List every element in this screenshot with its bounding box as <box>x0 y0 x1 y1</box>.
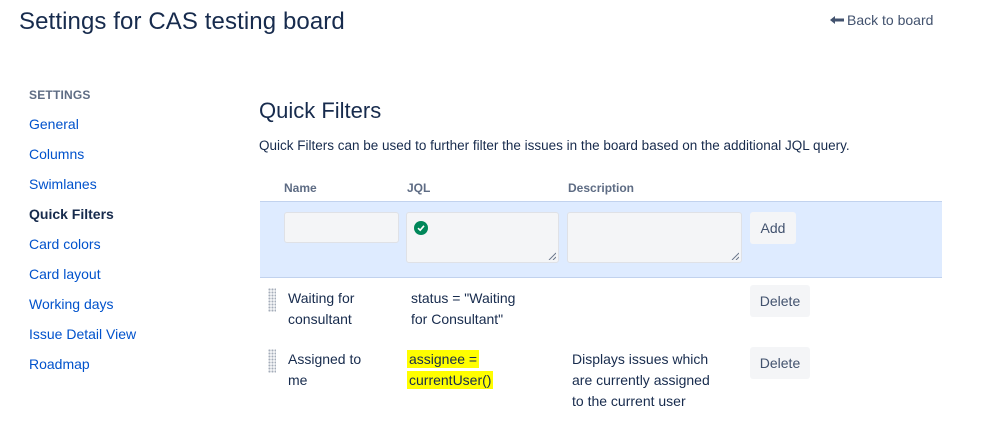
back-to-board-link[interactable]: Back to board <box>830 12 933 28</box>
new-filter-row: Add <box>260 201 942 278</box>
column-header-description: Description <box>568 181 635 195</box>
column-header-jql: JQL <box>407 181 431 195</box>
new-filter-jql-input[interactable] <box>406 212 559 263</box>
section-title: Quick Filters <box>259 98 382 123</box>
sidebar-item-columns[interactable]: Columns <box>29 144 229 174</box>
arrow-left-icon <box>830 12 845 28</box>
sidebar-item-card-colors[interactable]: Card colors <box>29 234 229 264</box>
check-circle-icon <box>414 221 428 235</box>
back-to-board-label: Back to board <box>847 12 934 28</box>
sidebar-item-quick-filters[interactable]: Quick Filters <box>29 204 229 234</box>
settings-sidebar: SETTINGS General Columns Swimlanes Quick… <box>29 86 229 384</box>
filter-jql[interactable]: assignee = currentUser() <box>407 349 547 391</box>
sidebar-heading: SETTINGS <box>29 88 91 102</box>
sidebar-item-swimlanes[interactable]: Swimlanes <box>29 174 229 204</box>
section-description: Quick Filters can be used to further fil… <box>259 138 850 153</box>
sidebar-item-card-layout[interactable]: Card layout <box>29 264 229 294</box>
delete-filter-button[interactable]: Delete <box>750 347 810 379</box>
sidebar-item-issue-detail-view[interactable]: Issue Detail View <box>29 324 229 354</box>
sidebar-item-general[interactable]: General <box>29 114 229 144</box>
delete-filter-button[interactable]: Delete <box>750 285 810 317</box>
filter-description[interactable]: Displays issues which are currently assi… <box>572 349 732 412</box>
resize-grip-icon[interactable] <box>548 252 556 260</box>
new-filter-name-input[interactable] <box>284 212 399 243</box>
quick-filter-row: Assigned to me assignee = currentUser() … <box>260 347 942 413</box>
drag-handle-icon[interactable] <box>268 349 276 373</box>
sidebar-item-roadmap[interactable]: Roadmap <box>29 354 229 384</box>
new-filter-description-input[interactable] <box>567 212 742 263</box>
sidebar-item-working-days[interactable]: Working days <box>29 294 229 324</box>
drag-handle-icon[interactable] <box>268 288 276 312</box>
resize-grip-icon[interactable] <box>731 252 739 260</box>
quick-filter-row: Waiting for consultant status = "Waiting… <box>260 285 942 338</box>
page-title: Settings for CAS testing board <box>19 8 345 35</box>
filter-name[interactable]: Assigned to me <box>288 349 388 391</box>
filter-jql[interactable]: status = "Waiting for Consultant" <box>411 288 551 330</box>
add-filter-button[interactable]: Add <box>750 212 796 244</box>
column-header-name: Name <box>284 181 317 195</box>
filter-name[interactable]: Waiting for consultant <box>288 288 388 330</box>
